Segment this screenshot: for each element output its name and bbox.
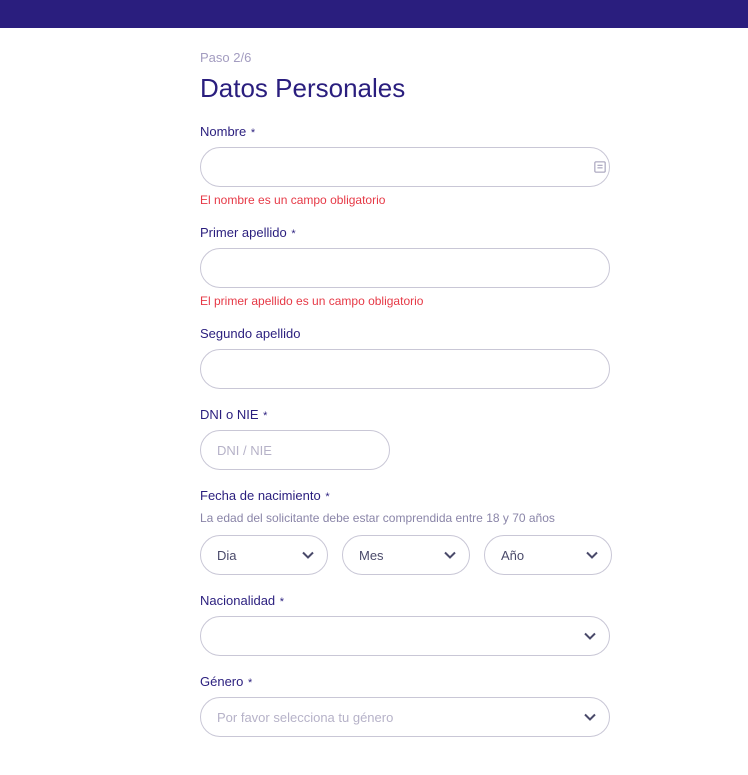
required-asterisk: * <box>251 127 255 139</box>
field-fecha-nacimiento: Fecha de nacimiento * La edad del solici… <box>200 488 620 575</box>
input-wrap-segundo-apellido <box>200 349 620 389</box>
required-asterisk: * <box>325 491 329 503</box>
label-text: Género <box>200 674 243 689</box>
dni-nie-input[interactable] <box>200 430 390 470</box>
select-wrap-dia: Dia <box>200 535 328 575</box>
nacionalidad-select[interactable] <box>200 616 610 656</box>
field-nombre: Nombre * El nombre es un campo obligator… <box>200 124 620 207</box>
field-primer-apellido: Primer apellido * El primer apellido es … <box>200 225 620 308</box>
required-asterisk: * <box>263 410 267 422</box>
label-dni-nie: DNI o NIE * <box>200 407 620 422</box>
input-wrap-dni-nie <box>200 430 620 470</box>
date-row: Dia Mes Año <box>200 535 620 575</box>
field-segundo-apellido: Segundo apellido <box>200 326 620 389</box>
select-wrap-mes: Mes <box>342 535 470 575</box>
dia-select[interactable]: Dia <box>200 535 328 575</box>
label-fecha-nacimiento: Fecha de nacimiento * <box>200 488 620 503</box>
field-nacionalidad: Nacionalidad * <box>200 593 620 656</box>
step-indicator: Paso 2/6 <box>200 50 620 65</box>
mes-select[interactable]: Mes <box>342 535 470 575</box>
label-text: Nombre <box>200 124 246 139</box>
label-genero: Género * <box>200 674 620 689</box>
label-primer-apellido: Primer apellido * <box>200 225 620 240</box>
nombre-input[interactable] <box>200 147 610 187</box>
required-asterisk: * <box>291 228 295 240</box>
label-text: Segundo apellido <box>200 326 300 341</box>
field-genero: Género * Por favor selecciona tu género <box>200 674 620 737</box>
page-title: Datos Personales <box>200 73 620 104</box>
required-asterisk: * <box>248 677 252 689</box>
field-dni-nie: DNI o NIE * <box>200 407 620 470</box>
label-segundo-apellido: Segundo apellido <box>200 326 620 341</box>
label-text: DNI o NIE <box>200 407 259 422</box>
label-text: Fecha de nacimiento <box>200 488 321 503</box>
select-wrap-ano: Año <box>484 535 612 575</box>
select-wrap-nacionalidad <box>200 616 610 656</box>
hint-fecha-nacimiento: La edad del solicitante debe estar compr… <box>200 511 620 525</box>
label-nombre: Nombre * <box>200 124 620 139</box>
label-nacionalidad: Nacionalidad * <box>200 593 620 608</box>
select-wrap-genero: Por favor selecciona tu género <box>200 697 610 737</box>
error-primer-apellido: El primer apellido es un campo obligator… <box>200 294 620 308</box>
genero-select[interactable]: Por favor selecciona tu género <box>200 697 610 737</box>
top-bar <box>0 0 748 28</box>
input-wrap-nombre <box>200 147 620 187</box>
label-text: Primer apellido <box>200 225 287 240</box>
required-asterisk: * <box>280 596 284 608</box>
input-wrap-primer-apellido <box>200 248 620 288</box>
label-text: Nacionalidad <box>200 593 275 608</box>
segundo-apellido-input[interactable] <box>200 349 610 389</box>
primer-apellido-input[interactable] <box>200 248 610 288</box>
error-nombre: El nombre es un campo obligatorio <box>200 193 620 207</box>
ano-select[interactable]: Año <box>484 535 612 575</box>
